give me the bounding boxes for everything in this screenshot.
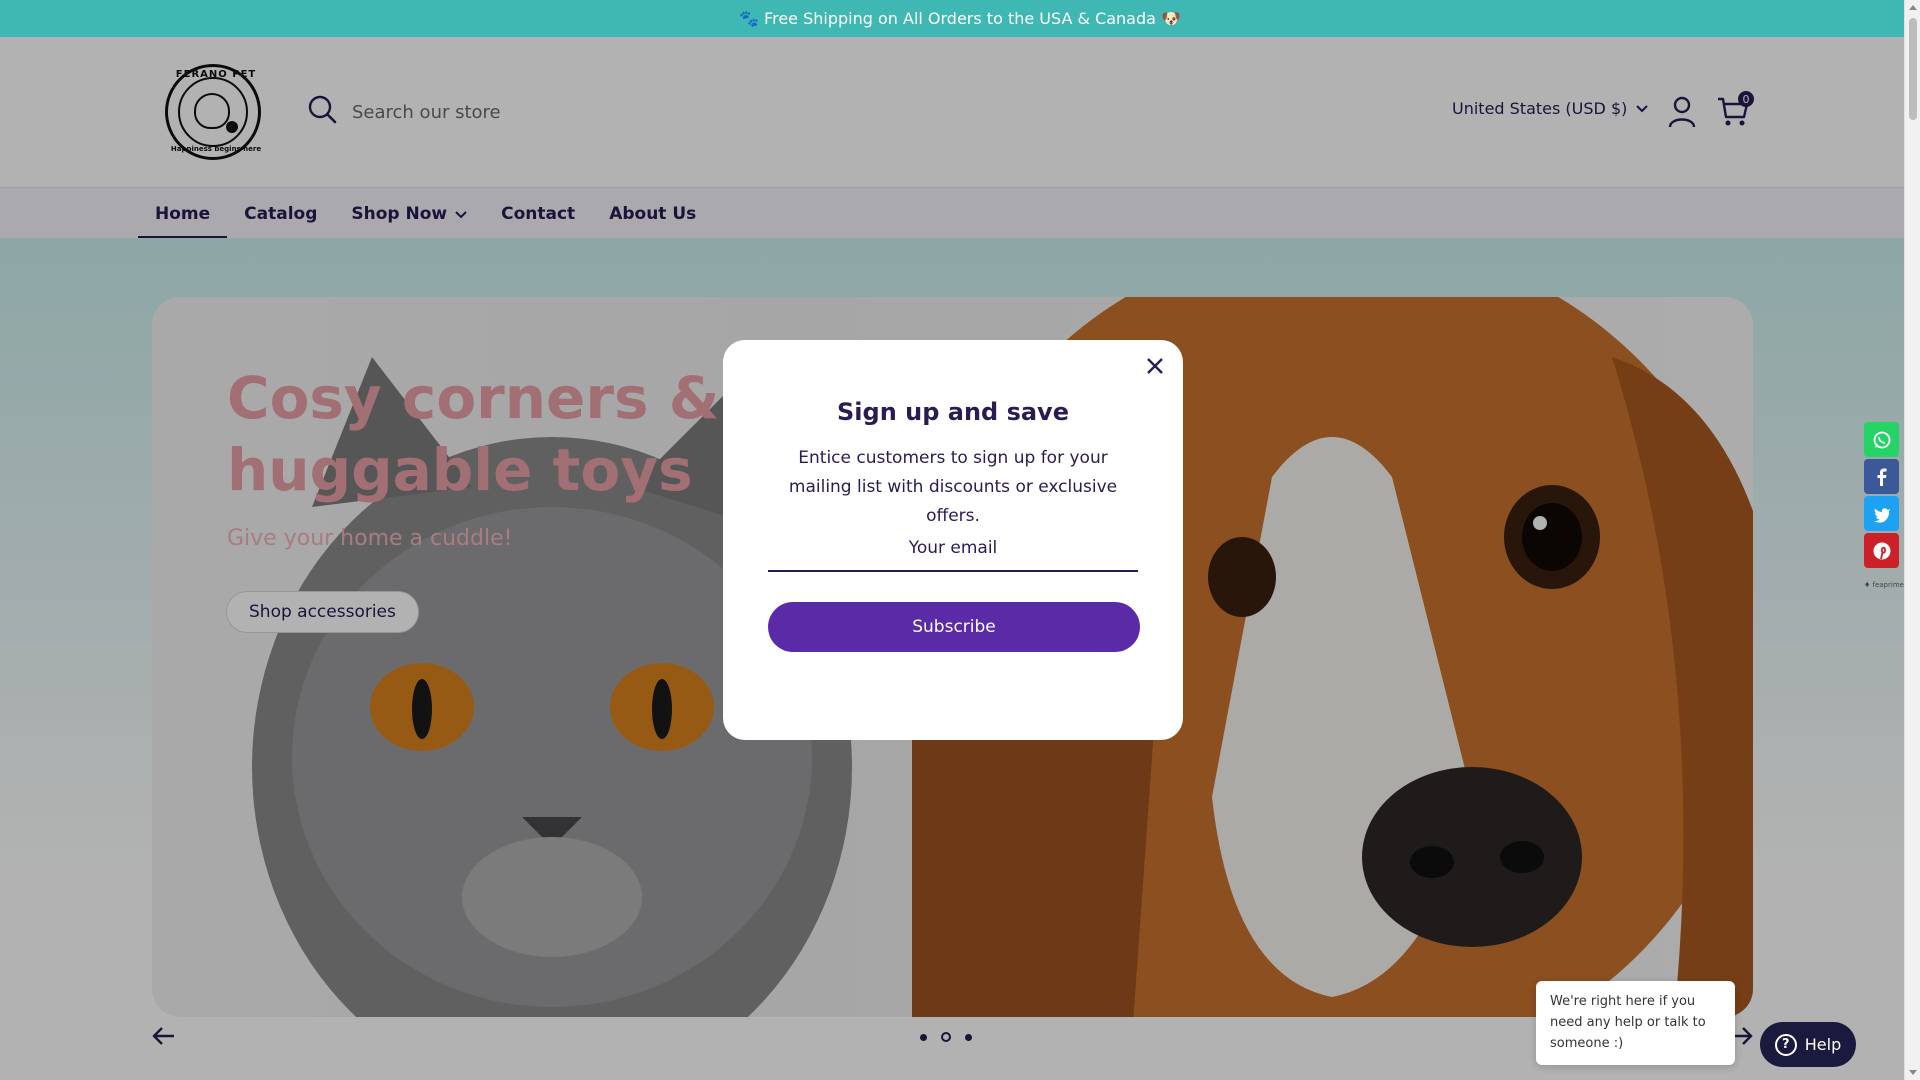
signup-popup: Sign up and save Entice customers to sig… bbox=[723, 340, 1183, 740]
close-icon bbox=[1147, 358, 1163, 374]
close-button[interactable] bbox=[1143, 354, 1167, 378]
facebook-share-button[interactable] bbox=[1864, 459, 1899, 494]
twitter-icon bbox=[1873, 507, 1890, 523]
popup-title: Sign up and save bbox=[837, 398, 1069, 426]
twitter-share-button[interactable] bbox=[1864, 496, 1899, 531]
chat-greeting-text: We're right here if you need any help or… bbox=[1550, 994, 1706, 1051]
share-credit: ♦ feaprime bbox=[1864, 581, 1904, 589]
help-label: Help bbox=[1804, 1035, 1842, 1054]
social-share-bar bbox=[1864, 422, 1900, 568]
announcement-text: 🐾 Free Shipping on All Orders to the USA… bbox=[739, 9, 1181, 28]
popup-description: Entice customers to sign up for your mai… bbox=[788, 448, 1118, 526]
scroll-up-icon[interactable] bbox=[1909, 5, 1917, 10]
whatsapp-share-button[interactable] bbox=[1864, 422, 1899, 457]
email-field[interactable] bbox=[768, 526, 1138, 572]
subscribe-button[interactable]: Subscribe bbox=[768, 602, 1140, 652]
facebook-icon bbox=[1877, 468, 1886, 486]
pinterest-icon bbox=[1873, 542, 1890, 559]
page-scrollbar[interactable] bbox=[1904, 0, 1920, 1080]
whatsapp-icon bbox=[1873, 431, 1890, 448]
scrollbar-thumb[interactable] bbox=[1909, 18, 1917, 120]
chat-greeting-bubble[interactable]: We're right here if you need any help or… bbox=[1536, 981, 1735, 1065]
help-chat-button[interactable]: ? Help bbox=[1760, 1022, 1856, 1067]
announcement-bar: 🐾 Free Shipping on All Orders to the USA… bbox=[0, 0, 1920, 37]
scroll-down-icon[interactable] bbox=[1909, 1070, 1917, 1075]
question-icon: ? bbox=[1774, 1033, 1797, 1056]
pinterest-share-button[interactable] bbox=[1864, 533, 1899, 568]
